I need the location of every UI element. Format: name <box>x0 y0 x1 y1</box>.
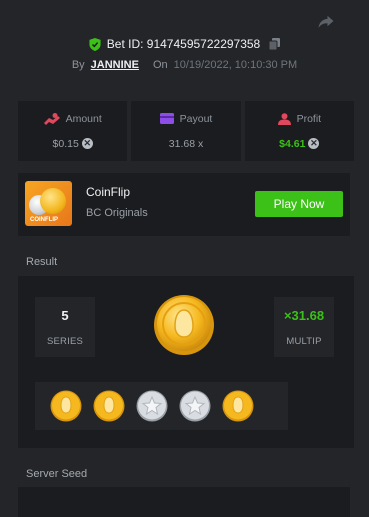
currency-icon: ✕ <box>308 138 320 149</box>
by-label: By <box>71 59 85 71</box>
stat-payout-value: 31.68 x <box>168 137 204 150</box>
stat-profit: Profit $4.61 ✕ <box>244 101 354 161</box>
game-thumbnail[interactable]: COINFLIP <box>25 181 72 226</box>
thumbnail-text: COINFLIP <box>30 217 58 223</box>
game-provider: BC Originals <box>86 207 148 219</box>
bet-id: Bet ID: 91474595722297358 <box>106 37 261 51</box>
multiplier-box: ×31.68 MULTIP <box>274 297 334 357</box>
series-box: 5 SERIES <box>35 297 95 357</box>
silver-coin-icon <box>136 390 168 422</box>
hand-coins-icon <box>43 112 60 125</box>
series-label: SERIES <box>46 335 84 347</box>
on-label: On <box>152 59 168 71</box>
bet-id-row: Bet ID: 91474595722297358 <box>0 37 369 51</box>
share-icon[interactable] <box>317 12 335 30</box>
play-now-button[interactable]: Play Now <box>255 191 343 217</box>
gold-coin-icon <box>222 390 254 422</box>
stat-amount: Amount $0.15 ✕ <box>18 101 128 161</box>
multiplier-value: ×31.68 <box>283 307 325 323</box>
result-heading: Result <box>26 256 58 268</box>
silver-coin-icon <box>179 390 211 422</box>
coin-results-row <box>35 382 288 430</box>
stat-profit-label: Profit <box>296 112 322 125</box>
stat-profit-value: $4.61 <box>279 137 306 150</box>
bet-date: 10/19/2022, 10:10:30 PM <box>173 59 298 71</box>
person-icon <box>277 112 291 125</box>
stat-amount-value: $0.15 <box>52 137 79 150</box>
bet-stats: Amount $0.15 ✕ Payout 31.68 x Profit $4.… <box>18 101 354 161</box>
copy-icon[interactable] <box>269 38 281 50</box>
game-name[interactable]: CoinFlip <box>86 185 130 199</box>
series-value: 5 <box>61 307 69 323</box>
gold-coin-icon <box>50 390 82 422</box>
gold-coin-icon <box>93 390 125 422</box>
bet-meta-row: By JANNINE On 10/19/2022, 10:10:30 PM <box>0 59 369 71</box>
currency-icon: ✕ <box>81 138 93 149</box>
stat-amount-label: Amount <box>65 112 102 125</box>
stat-payout: Payout 31.68 x <box>131 101 241 161</box>
game-card: COINFLIP CoinFlip BC Originals Play Now <box>18 173 350 236</box>
shield-icon <box>89 37 101 51</box>
multiplier-label: MULTIP <box>286 335 322 347</box>
username-link[interactable]: JANNINE <box>91 59 139 71</box>
server-seed-field <box>18 487 350 517</box>
result-panel: 5 SERIES ×31.68 MULTIP <box>18 276 354 448</box>
gold-coin-icon <box>154 295 214 355</box>
card-icon <box>159 113 174 124</box>
stat-payout-label: Payout <box>179 112 213 125</box>
server-seed-heading: Server Seed <box>26 468 88 480</box>
